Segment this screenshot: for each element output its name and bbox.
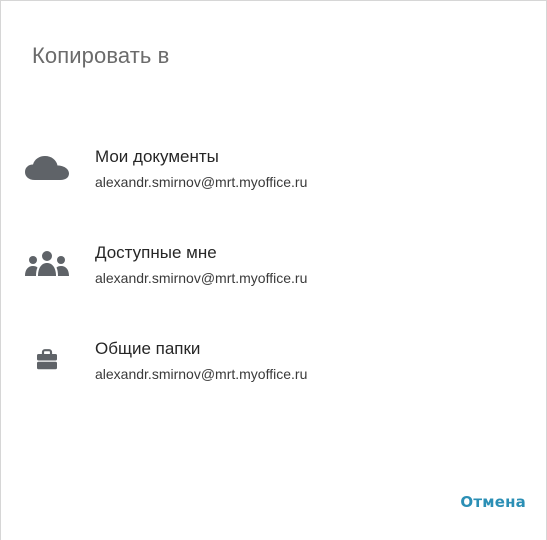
location-name: Доступные мне xyxy=(95,243,217,262)
briefcase-icon xyxy=(23,343,71,377)
copy-to-dialog: Копировать в Мои документы alexandr.smir… xyxy=(0,0,547,540)
location-email: alexandr.smirnov@mrt.myoffice.ru xyxy=(95,366,308,382)
location-item-shared-with-me[interactable]: Доступные мне alexandr.smirnov@mrt.myoff… xyxy=(1,243,546,303)
location-email: alexandr.smirnov@mrt.myoffice.ru xyxy=(95,270,308,286)
dialog-title: Копировать в xyxy=(32,43,170,68)
location-name: Общие папки xyxy=(95,339,201,358)
people-icon xyxy=(23,247,71,281)
cloud-icon xyxy=(23,151,71,185)
location-item-my-documents[interactable]: Мои документы alexandr.smirnov@mrt.myoff… xyxy=(1,147,546,207)
location-email: alexandr.smirnov@mrt.myoffice.ru xyxy=(95,174,308,190)
cancel-button[interactable]: Отмена xyxy=(460,493,526,511)
location-name: Мои документы xyxy=(95,147,219,166)
location-item-shared-folders[interactable]: Общие папки alexandr.smirnov@mrt.myoffic… xyxy=(1,339,546,399)
